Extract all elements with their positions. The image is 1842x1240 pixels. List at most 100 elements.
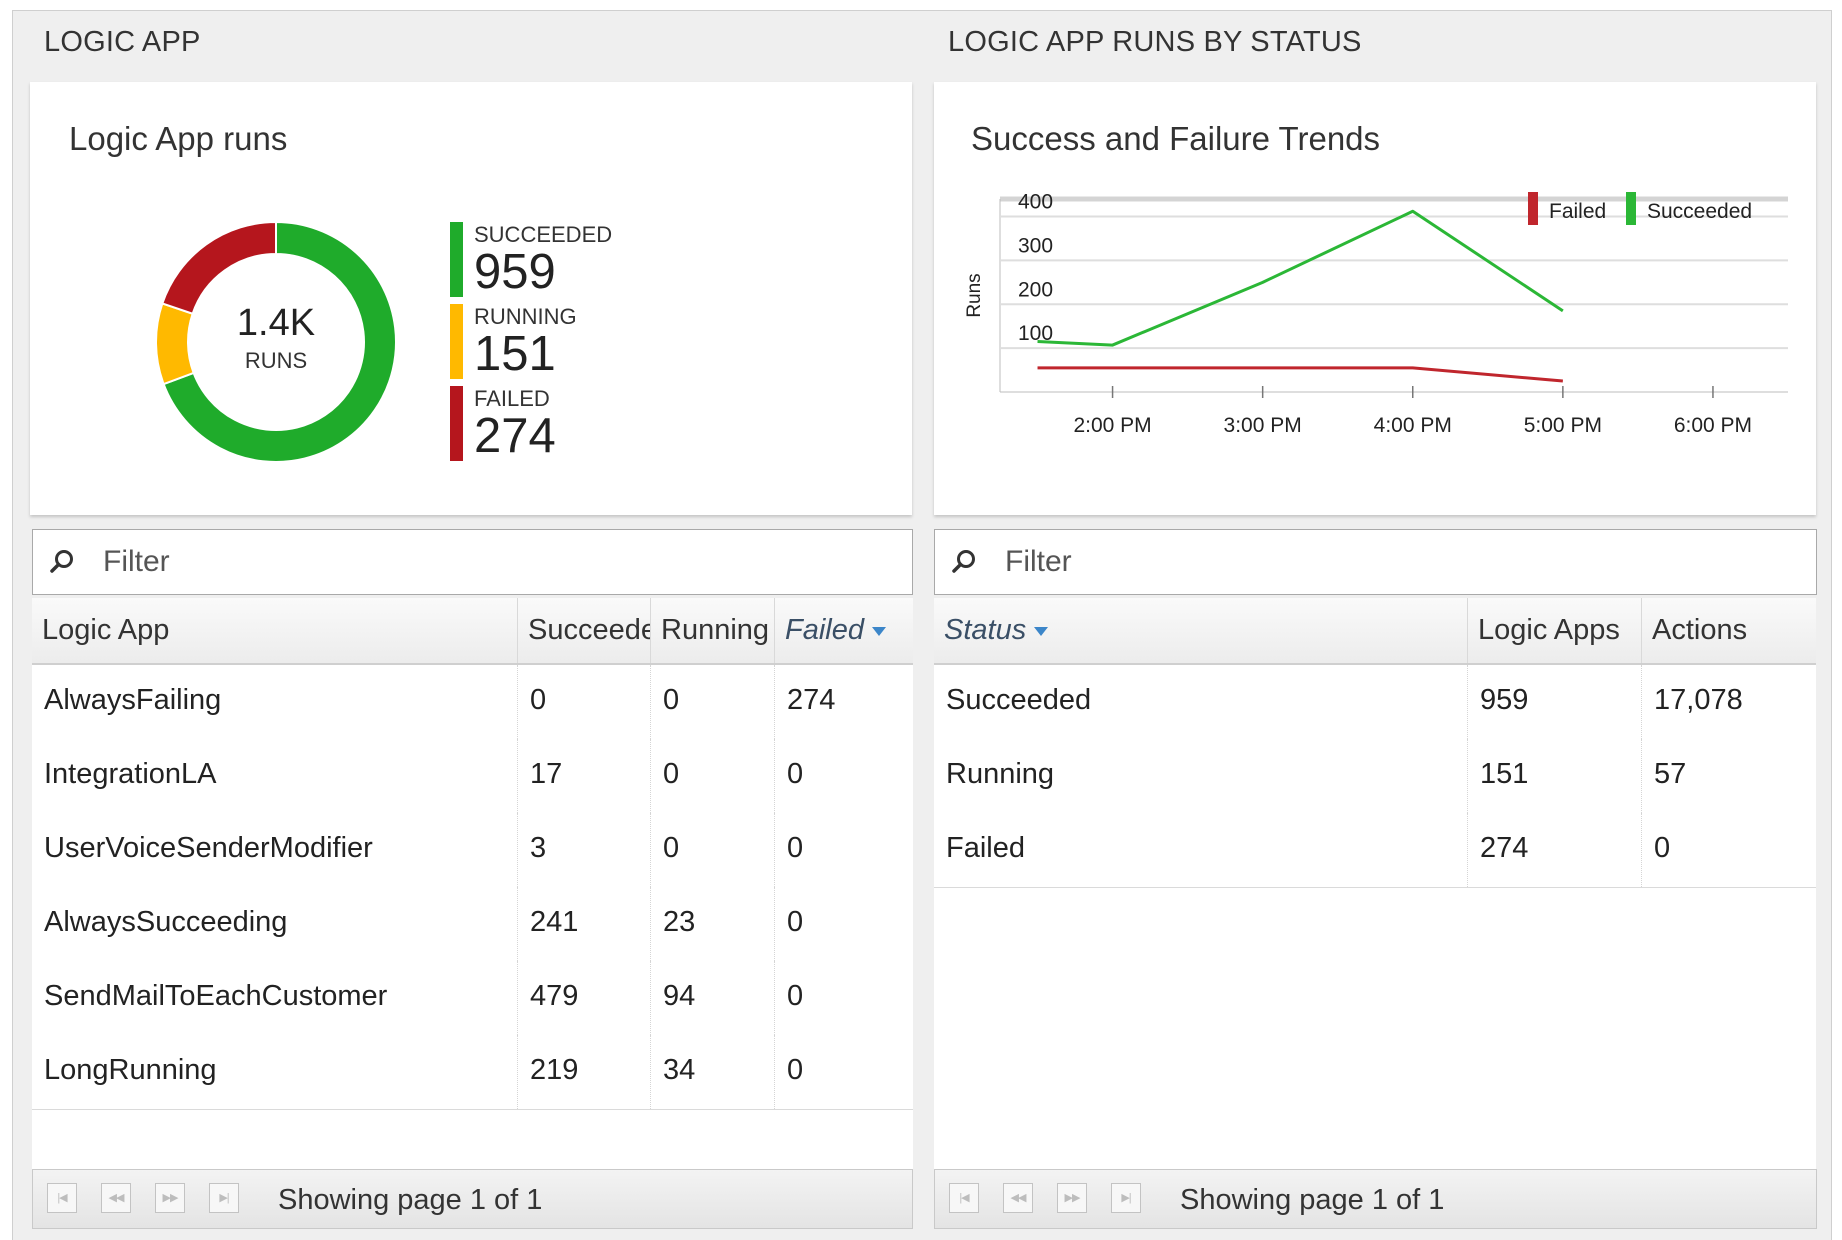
status-table-cell: Failed bbox=[934, 813, 1468, 887]
legend-label-failed: Failed bbox=[1549, 200, 1606, 223]
sort-descending-icon bbox=[1034, 626, 1049, 636]
logic-app-table-cell: 0 bbox=[787, 758, 804, 790]
x-tick-label: 2:00 PM bbox=[1073, 414, 1151, 437]
search-icon bbox=[50, 550, 73, 573]
status-table-cell: 274 bbox=[1468, 813, 1642, 887]
logic-app-table-cell: SendMailToEachCustomer bbox=[32, 961, 518, 1035]
logic-app-table-cell: 274 bbox=[787, 684, 836, 716]
x-tick-label: 5:00 PM bbox=[1524, 414, 1602, 437]
logic-app-filter-input[interactable] bbox=[101, 538, 721, 586]
column-header-logic-apps[interactable]: Logic Apps bbox=[1468, 598, 1642, 663]
logic-app-table-cell: AlwaysSucceeding bbox=[32, 887, 518, 961]
status-table-header: Status Logic Apps Actions bbox=[934, 598, 1816, 665]
donut-segment-failed bbox=[161, 220, 277, 316]
logic-app-table-cell: 34 bbox=[651, 1035, 775, 1109]
status-table-cell: 57 bbox=[1654, 758, 1687, 790]
legend-value-succeeded: 959 bbox=[474, 245, 556, 299]
table-row[interactable]: SendMailToEachCustomer 479 94 0 bbox=[32, 961, 913, 1036]
column-header-failed[interactable]: Failed bbox=[775, 598, 913, 663]
donut-center-label: RUNS bbox=[245, 348, 307, 373]
donut-segment-running bbox=[155, 302, 195, 386]
y-tick-label: 300 bbox=[1018, 234, 1053, 257]
legend-swatch-succeeded bbox=[1626, 192, 1636, 225]
legend-value-running: 151 bbox=[474, 327, 556, 381]
status-filter-input[interactable] bbox=[1003, 538, 1624, 586]
series-line-failed bbox=[1037, 366, 1563, 383]
status-table-cell: 0 bbox=[1654, 832, 1671, 864]
last-page-icon[interactable]: ▶| bbox=[1111, 1183, 1141, 1213]
previous-page-icon[interactable]: ◀◀ bbox=[1003, 1183, 1033, 1213]
status-pager: |◀ ◀◀ ▶▶ ▶| Showing page 1 of 1 bbox=[934, 1169, 1817, 1229]
last-page-icon[interactable]: ▶| bbox=[209, 1183, 239, 1213]
logic-app-table-cell: 0 bbox=[651, 665, 775, 739]
table-row[interactable]: Succeeded 959 17,078 bbox=[934, 665, 1816, 740]
column-header-status[interactable]: Status bbox=[934, 598, 1468, 663]
previous-page-icon[interactable]: ◀◀ bbox=[101, 1183, 131, 1213]
logic-app-table-cell: 479 bbox=[518, 961, 651, 1035]
logic-app-table-cell: 23 bbox=[651, 887, 775, 961]
table-row[interactable]: AlwaysSucceeding 241 23 0 bbox=[32, 887, 913, 962]
pager-status: Showing page 1 of 1 bbox=[1180, 1184, 1445, 1216]
x-tick-label: 4:00 PM bbox=[1374, 414, 1452, 437]
trends-card: Success and Failure Trends 100 200 300 400 R… bbox=[934, 82, 1816, 515]
next-page-icon[interactable]: ▶▶ bbox=[1057, 1183, 1087, 1213]
table-row[interactable]: Running 151 57 bbox=[934, 739, 1816, 814]
table-row[interactable]: AlwaysFailing 0 0 274 bbox=[32, 665, 913, 740]
column-header-running[interactable]: Running bbox=[651, 598, 775, 663]
status-table: Status Logic Apps Actions Succeeded 959 17… bbox=[934, 598, 1816, 1172]
column-header-succeeded[interactable]: Succeede bbox=[518, 598, 651, 663]
column-header-actions[interactable]: Actions bbox=[1642, 598, 1816, 663]
logic-app-table-cell: 219 bbox=[518, 1035, 651, 1109]
legend-label-succeeded: Succeeded bbox=[1647, 200, 1752, 223]
logic-app-table-cell: 241 bbox=[518, 887, 651, 961]
legend-swatch-failed bbox=[1528, 192, 1538, 225]
column-header-status-label: Status bbox=[944, 614, 1027, 646]
logic-app-runs-card: Logic App runs 1.4K RUNS SUCCEEDED 959 R… bbox=[30, 82, 912, 515]
logic-app-table-cell: 0 bbox=[651, 739, 775, 813]
logic-app-table-cell: LongRunning bbox=[32, 1035, 518, 1109]
logic-app-table-cell: 0 bbox=[651, 813, 775, 887]
x-tick-label: 6:00 PM bbox=[1674, 414, 1752, 437]
pager-status: Showing page 1 of 1 bbox=[278, 1184, 543, 1216]
legend-bar-running bbox=[450, 304, 463, 379]
card-title-logic-app-runs: Logic App runs bbox=[69, 120, 288, 157]
logic-app-table-header: Logic App Succeede Running Failed bbox=[32, 598, 913, 665]
sort-descending-icon bbox=[872, 626, 886, 636]
logic-app-table-cell: 17 bbox=[518, 739, 651, 813]
logic-app-table-cell: 0 bbox=[518, 665, 651, 739]
legend-value-failed: 274 bbox=[474, 409, 556, 463]
logic-app-table: Logic App Succeede Running Failed Always… bbox=[32, 598, 913, 1172]
status-table-cell: 17,078 bbox=[1654, 684, 1743, 716]
logic-app-filter[interactable] bbox=[32, 529, 913, 595]
status-filter[interactable] bbox=[934, 529, 1817, 595]
section-title-logic-app: LOGIC APP bbox=[44, 26, 201, 58]
status-table-cell: 959 bbox=[1468, 665, 1642, 739]
first-page-icon[interactable]: |◀ bbox=[949, 1183, 979, 1213]
table-row[interactable]: Failed 274 0 bbox=[934, 813, 1816, 888]
legend-bar-failed bbox=[450, 386, 463, 461]
logic-app-table-cell: 0 bbox=[787, 906, 804, 938]
column-header-logic-app[interactable]: Logic App bbox=[32, 598, 518, 663]
table-row[interactable]: UserVoiceSenderModifier 3 0 0 bbox=[32, 813, 913, 888]
series-line-succeeded bbox=[1037, 209, 1564, 347]
runs-donut-chart: 1.4K RUNS bbox=[155, 220, 397, 463]
logic-app-pager: |◀ ◀◀ ▶▶ ▶| Showing page 1 of 1 bbox=[32, 1169, 913, 1229]
search-icon bbox=[952, 550, 975, 573]
status-table-cell: Succeeded bbox=[934, 665, 1468, 739]
legend-bar-succeeded bbox=[450, 222, 463, 297]
status-table-cell: 151 bbox=[1468, 739, 1642, 813]
logic-app-table-cell: 0 bbox=[787, 832, 804, 864]
table-row[interactable]: LongRunning 219 34 0 bbox=[32, 1035, 913, 1110]
x-tick-label: 3:00 PM bbox=[1224, 414, 1302, 437]
next-page-icon[interactable]: ▶▶ bbox=[155, 1183, 185, 1213]
logic-app-table-cell: 94 bbox=[651, 961, 775, 1035]
logic-app-table-cell: AlwaysFailing bbox=[32, 665, 518, 739]
y-tick-label: 400 bbox=[1018, 191, 1053, 214]
logic-app-table-cell: UserVoiceSenderModifier bbox=[32, 813, 518, 887]
logic-app-table-cell: 0 bbox=[787, 1054, 804, 1086]
logic-app-table-cell: 3 bbox=[518, 813, 651, 887]
y-axis-title: Runs bbox=[964, 273, 985, 317]
logic-app-table-cell: 0 bbox=[787, 980, 804, 1012]
table-row[interactable]: IntegrationLA 17 0 0 bbox=[32, 739, 913, 814]
first-page-icon[interactable]: |◀ bbox=[47, 1183, 77, 1213]
